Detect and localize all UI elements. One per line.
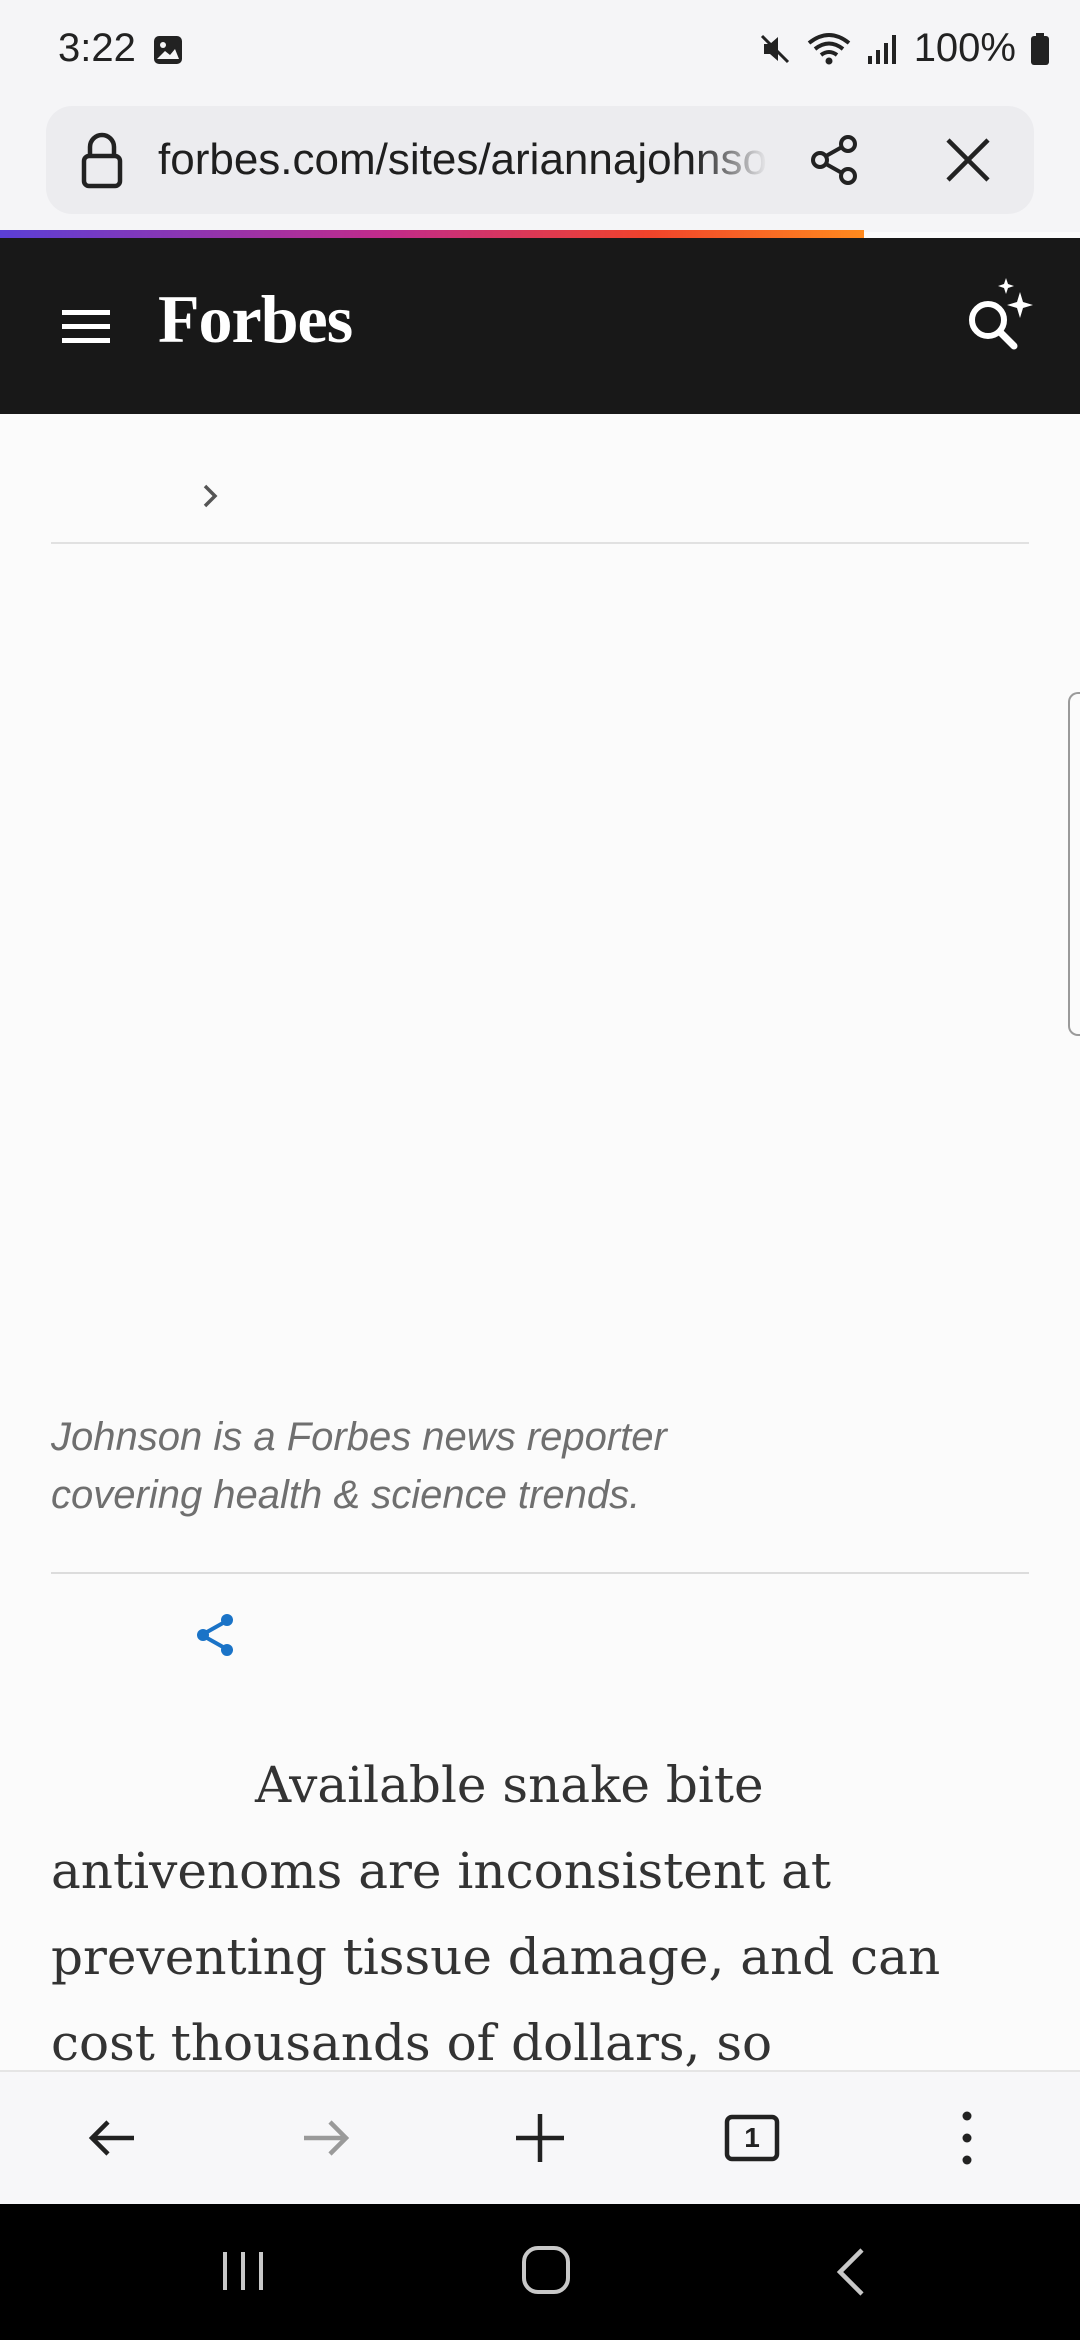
status-time: 3:22 (58, 26, 136, 70)
author-bio: Johnson is a Forbes news reporter coveri… (51, 1415, 667, 1517)
ai-search-icon[interactable] (958, 272, 1042, 356)
url-text[interactable]: forbes.com/sites/ariannajohnson (158, 130, 768, 190)
status-indicators: 100% (758, 26, 1050, 71)
battery-percent: 100% (913, 26, 1016, 70)
article-share-icon[interactable] (194, 1612, 236, 1658)
image-notification-icon (154, 36, 182, 64)
recents-icon[interactable] (218, 2248, 268, 2294)
battery-icon (1031, 32, 1049, 65)
share-icon[interactable] (806, 132, 862, 188)
divider (51, 1572, 1029, 1574)
more-options-icon[interactable] (952, 2110, 982, 2166)
nav-back-icon[interactable] (832, 2246, 872, 2298)
page-load-progress (0, 230, 864, 238)
close-icon[interactable] (942, 134, 994, 186)
back-arrow-icon[interactable] (86, 2112, 138, 2164)
forbes-logo[interactable]: Forbes (158, 280, 353, 359)
wifi-icon (807, 32, 850, 64)
lock-icon[interactable] (78, 130, 126, 190)
article-body: Available snake bite antivenoms are inco… (51, 1756, 941, 2072)
tab-count[interactable]: 1 (724, 2114, 780, 2162)
menu-icon[interactable] (60, 306, 112, 348)
chevron-right-icon[interactable] (196, 478, 226, 514)
divider (51, 542, 1029, 544)
home-icon[interactable] (520, 2244, 572, 2296)
mute-icon (760, 34, 789, 63)
side-panel-handle[interactable] (1068, 692, 1080, 1036)
signal-icon (867, 34, 896, 64)
plus-icon[interactable] (514, 2112, 566, 2164)
forward-arrow-icon[interactable] (300, 2112, 352, 2164)
